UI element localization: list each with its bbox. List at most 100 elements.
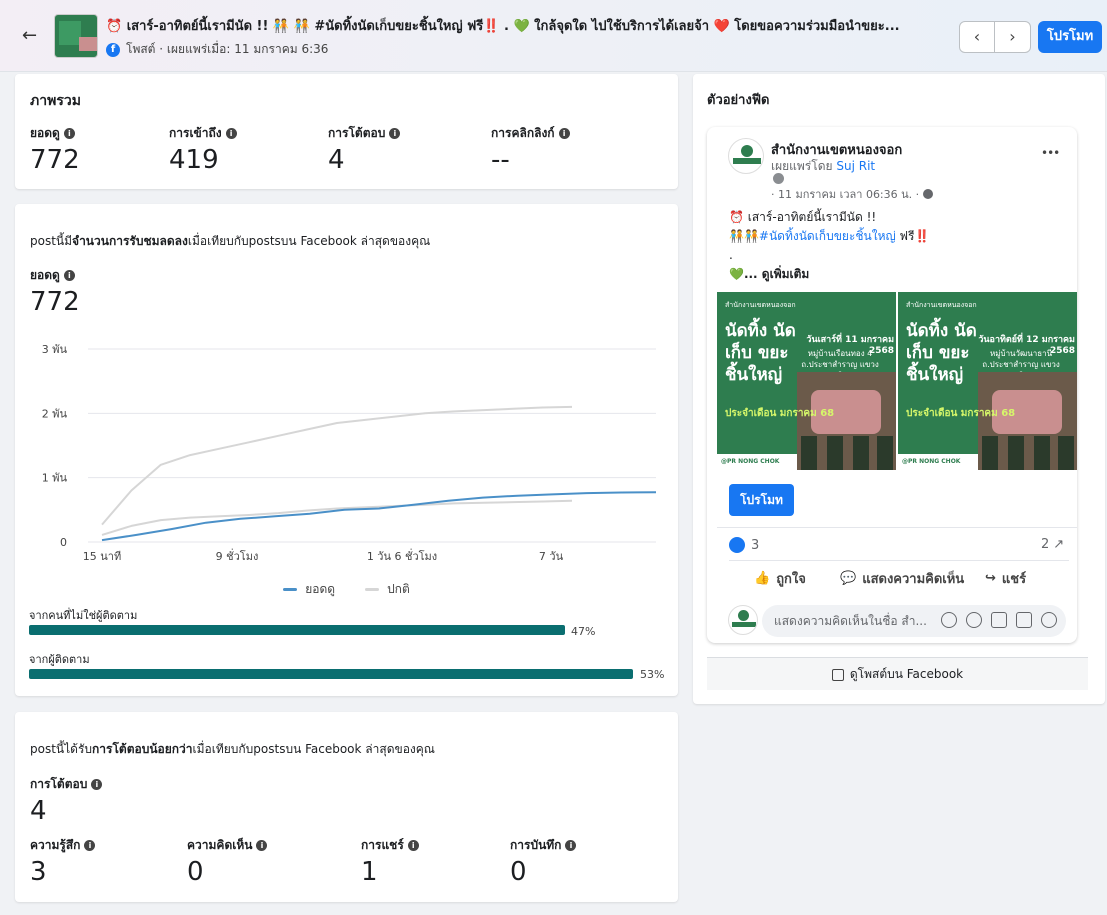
hashtag-link[interactable]: #นัดทิ้งนัดเก็บขยะชิ้นใหญ่	[759, 229, 896, 243]
more-options-icon[interactable]: •••	[1041, 146, 1060, 160]
back-arrow-icon[interactable]: ←	[22, 26, 42, 46]
comment-label: แสดงความคิดเห็น	[862, 572, 965, 587]
like-button[interactable]: 👍 ถูกใจ	[754, 568, 806, 589]
view-on-facebook-link[interactable]: ดูโพสต์บน Facebook	[707, 657, 1088, 690]
overview-title: ภาพรวม	[30, 93, 81, 109]
followers-label: จากผู้ติดตาม	[29, 653, 90, 666]
chart-legend: ยอดดู ปกติ	[15, 580, 678, 599]
published-by: เผยแพร่โดย Suj Rit	[771, 157, 875, 176]
non-followers-label: จากคนที่ไม่ใช่ผู้ติดตาม	[29, 609, 138, 622]
post-line-2: 🧑‍🤝‍🧑🧑‍🤝‍🧑#นัดทิ้งนัดเก็บขยะชิ้นใหญ่ ฟรี…	[729, 227, 1069, 246]
help-icon[interactable]	[773, 173, 784, 184]
engagement-saves: การบันทึก i 0	[510, 836, 577, 887]
info-icon[interactable]: i	[84, 840, 96, 851]
promote-post-button[interactable]: โปรโมท	[729, 484, 794, 516]
metric-label: การแชร์	[361, 838, 404, 852]
post-line-3: .	[729, 248, 733, 262]
like-label: ถูกใจ	[776, 572, 806, 587]
next-post-button[interactable]: ›	[995, 22, 1030, 52]
summary-highlight: การโต้ตอบน้อยกว่า	[92, 742, 193, 756]
engagement-card: postนี้ได้รับการโต้ตอบน้อยกว่าเมื่อเทียบ…	[15, 712, 678, 902]
metric-label: การโต้ตอบ	[328, 126, 386, 140]
image-footer: @PR NONG CHOK	[717, 454, 797, 470]
bar-fill	[29, 625, 565, 635]
image-photo	[978, 372, 1077, 470]
emoji: 🧑‍🤝‍🧑🧑‍🤝‍🧑	[729, 229, 759, 243]
top-bar: ← ⏰ เสาร์-อาทิตย์นี้เรามีนัด !! 🧑‍🤝‍🧑 🧑‍…	[0, 0, 1107, 72]
overview-metric-link-clicks: การคลิกลิงก์ i --	[491, 124, 570, 175]
metric-value: 4	[30, 796, 47, 826]
metric-label: การโต้ตอบ	[30, 777, 88, 791]
image-monthly: ประจำเดือน มกราคม 68	[906, 408, 1016, 419]
y-tick-label: 0	[60, 536, 67, 549]
overview-metric-engagement: การโต้ตอบ i 4	[328, 124, 401, 175]
previous-post-button[interactable]: ‹	[960, 22, 996, 52]
info-icon[interactable]: i	[565, 840, 577, 851]
legend-label: ยอดดู	[305, 582, 336, 596]
info-icon[interactable]: i	[63, 270, 75, 281]
share-icon: ↪	[985, 571, 996, 586]
reaction-summary[interactable]: 3	[729, 537, 759, 553]
comment-button[interactable]: 💬 แสดงความคิดเห็น	[840, 568, 964, 589]
post-thumbnail	[54, 14, 98, 58]
metric-value: --	[491, 145, 510, 175]
see-more-link[interactable]: 💚... ดูเพิ่มเติม	[729, 265, 1069, 284]
reaction-count: 3	[751, 537, 760, 553]
metric-value: 772	[30, 287, 80, 317]
metric-label: การเข้าถึง	[169, 126, 222, 140]
summary-prefix: postนี้ได้รับ	[30, 742, 93, 756]
non-followers-bar	[29, 625, 565, 635]
engagement-comments: ความคิดเห็น i 0	[187, 836, 268, 887]
summary-suffix: เมื่อเทียบกับpostsบน Facebook ล่าสุดของค…	[187, 234, 431, 248]
engagement-metric: การโต้ตอบ i 4	[30, 775, 103, 826]
image-headline: นัดทิ้ง นัดเก็บ ขยะ ชิ้นใหญ่	[725, 321, 796, 385]
legend-item-views[interactable]: ยอดดู	[283, 580, 335, 599]
publisher-link[interactable]: Suj Rit	[836, 159, 875, 173]
summary-highlight: จำนวนการรับชมลดลง	[72, 234, 188, 248]
info-icon[interactable]: i	[558, 128, 570, 139]
share-summary[interactable]: 2 ↗	[1041, 537, 1064, 552]
views-line-chart: 0 1 พัน 2 พัน 3 พัน 15 นาที 9 ชั่วโมง 1 วัน 6 …	[42, 343, 657, 563]
x-tick-label: 15 นาที	[83, 550, 121, 563]
post-text: ⏰ เสาร์-อาทิตย์นี้เรามีนัด !! 🧑‍🤝‍🧑🧑‍🤝‍🧑…	[729, 208, 1069, 284]
views-card: postนี้มีจำนวนการรับชมลดลงเมื่อเทียบกับp…	[15, 204, 678, 696]
post-meta: โพสต์ · เผยแพร่เมื่อ: 11 มกราคม 6:36	[126, 42, 329, 56]
metric-value: 0	[187, 857, 204, 887]
y-tick-label: 1 พัน	[42, 472, 68, 485]
metric-value: 4	[328, 145, 345, 175]
post-image-1[interactable]: สำนักงานเขตหนองจอก นัดทิ้ง นัดเก็บ ขยะ ช…	[717, 292, 896, 470]
info-icon[interactable]: i	[91, 779, 103, 790]
non-followers-percent: 47%	[571, 625, 596, 638]
camera-icon[interactable]	[991, 612, 1007, 628]
legend-item-normal[interactable]: ปกติ	[365, 580, 410, 599]
y-tick-label: 3 พัน	[42, 343, 68, 356]
engagement-reactions: ความรู้สึก i 3	[30, 836, 96, 887]
gif-icon[interactable]	[1016, 612, 1032, 628]
metric-value: 3	[30, 857, 47, 887]
info-icon[interactable]: i	[407, 840, 419, 851]
action-divider	[729, 560, 1069, 561]
info-icon[interactable]: i	[389, 128, 401, 139]
overview-metric-views: ยอดดู i 772	[30, 124, 80, 175]
timestamp-text: · 11 มกราคม เวลา 06:36 น. ·	[771, 188, 920, 201]
series-line	[101, 491, 657, 542]
page-avatar[interactable]	[728, 138, 764, 174]
metric-label: การคลิกลิงก์	[491, 126, 555, 140]
metric-label: ยอดดู	[30, 268, 60, 282]
avatar-sticker-icon[interactable]	[1041, 612, 1057, 628]
image-headline: นัดทิ้ง นัดเก็บ ขยะ ชิ้นใหญ่	[906, 321, 977, 385]
info-icon[interactable]: i	[256, 840, 268, 851]
post-text-rest: ฟรี‼️	[895, 229, 930, 243]
commenter-avatar	[728, 605, 758, 635]
post-image-2[interactable]: สำนักงานเขตหนองจอก นัดทิ้ง นัดเก็บ ขยะ ช…	[898, 292, 1077, 470]
promote-button[interactable]: โปรโมท	[1038, 21, 1102, 53]
sticker-icon[interactable]	[941, 612, 957, 628]
info-icon[interactable]: i	[225, 128, 237, 139]
series-line	[101, 405, 573, 526]
emoji-icon[interactable]	[966, 612, 982, 628]
image-monthly: ประจำเดือน มกราคม 68	[725, 408, 835, 419]
info-icon[interactable]: i	[63, 128, 75, 139]
share-button[interactable]: ↪ แชร์	[985, 568, 1026, 589]
post-divider	[717, 527, 1077, 528]
post-timestamp[interactable]: · 11 มกราคม เวลา 06:36 น. ·	[771, 185, 934, 203]
